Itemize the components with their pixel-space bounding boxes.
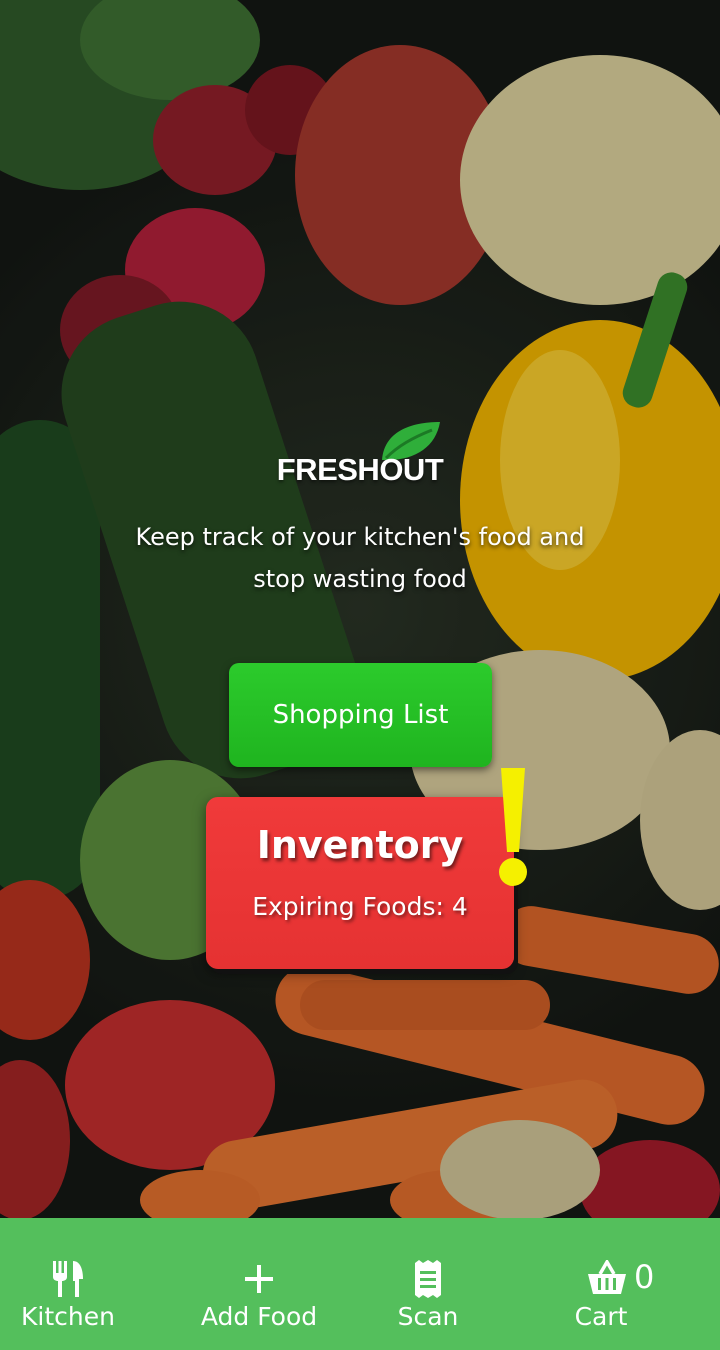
shopping-list-button[interactable]: Shopping List bbox=[229, 663, 492, 767]
utensils-icon bbox=[53, 1261, 83, 1297]
basket-icon bbox=[588, 1260, 626, 1294]
exclamation-alert-icon bbox=[499, 768, 527, 886]
nav-scan-label: Scan bbox=[397, 1302, 459, 1331]
nav-kitchen-label: Kitchen bbox=[21, 1302, 115, 1331]
nav-scan[interactable]: Scan bbox=[380, 1218, 476, 1350]
plus-icon bbox=[245, 1265, 273, 1293]
bottom-nav: Kitchen Add Food Scan 0 Cart bbox=[0, 1218, 720, 1350]
nav-cart-label: Cart bbox=[574, 1302, 628, 1331]
expiring-foods-label: Expiring Foods: 4 bbox=[252, 892, 468, 921]
nav-kitchen[interactable]: Kitchen bbox=[0, 1218, 136, 1350]
app-logo-text: FRESHOUT bbox=[276, 452, 444, 487]
shopping-list-label: Shopping List bbox=[272, 700, 449, 730]
receipt-icon bbox=[415, 1260, 441, 1298]
nav-cart[interactable]: 0 Cart bbox=[556, 1218, 666, 1350]
inventory-label: Inventory bbox=[256, 823, 464, 867]
background-overlay bbox=[0, 0, 720, 1218]
nav-add-food[interactable]: Add Food bbox=[180, 1218, 338, 1350]
inventory-button[interactable]: Inventory Expiring Foods: 4 bbox=[206, 797, 514, 969]
tagline: Keep track of your kitchen's food and st… bbox=[135, 523, 585, 593]
cart-count: 0 bbox=[634, 1258, 655, 1296]
nav-add-food-label: Add Food bbox=[200, 1302, 318, 1331]
